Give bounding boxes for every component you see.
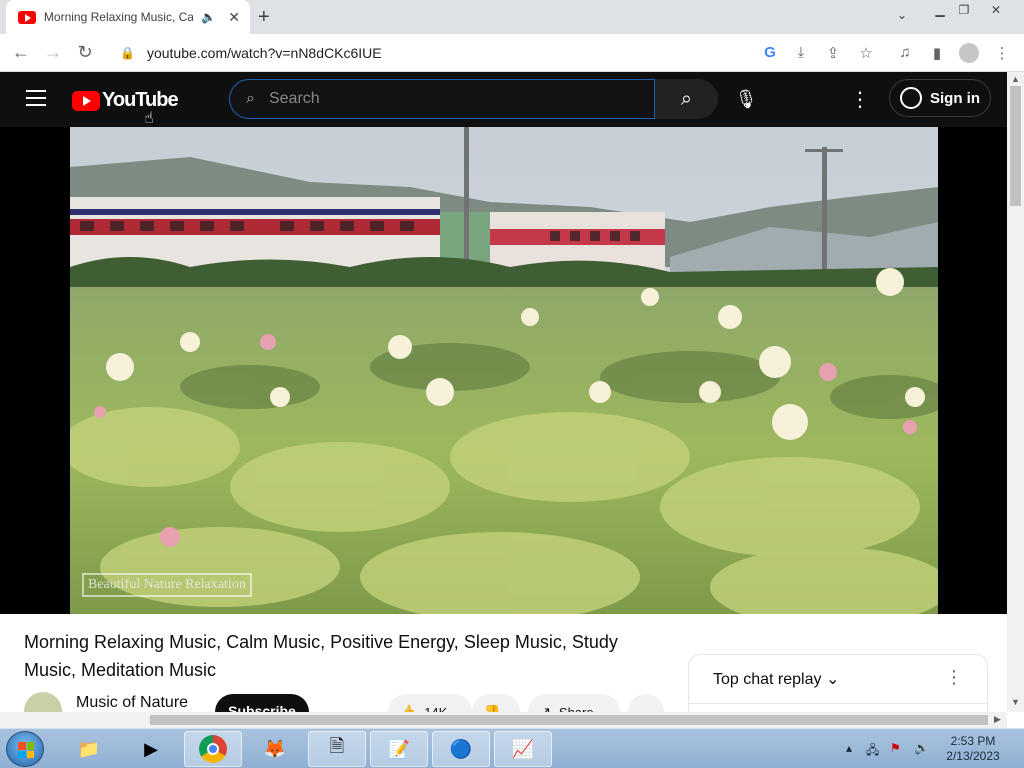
search-icon: ⌕ xyxy=(246,90,255,107)
show-hidden-icons-icon[interactable]: ▴ xyxy=(846,741,852,755)
chat-divider xyxy=(689,703,987,704)
logo-text: YouTube xyxy=(102,89,179,111)
browser-tab[interactable]: Morning Relaxing Music, Calm Music 🔈 ✕ xyxy=(6,0,250,34)
voice-search-icon[interactable]: 🎙 xyxy=(728,79,764,119)
tab-title: Morning Relaxing Music, Calm Music xyxy=(43,10,194,24)
youtube-play-icon xyxy=(72,90,100,111)
scroll-up-icon[interactable]: ▲ xyxy=(1011,74,1020,84)
tab-strip: Morning Relaxing Music, Calm Music 🔈 ✕ +… xyxy=(0,0,1024,34)
search-input[interactable]: ⌕ Search xyxy=(229,79,655,119)
video-player[interactable]: Beautiful Nature Relaxation xyxy=(70,127,938,614)
watch-metadata: Morning Relaxing Music, Calm Music, Posi… xyxy=(0,614,1007,730)
back-icon[interactable]: ← xyxy=(10,42,32,63)
network-icon[interactable]: 🖧 xyxy=(866,741,879,762)
install-icon[interactable]: ⤓ xyxy=(791,44,811,61)
windows-logo-icon xyxy=(18,742,34,758)
vertical-scroll-thumb[interactable] xyxy=(1010,86,1021,206)
chat-mode-dropdown[interactable]: Top chat replay ⌄ xyxy=(713,669,839,689)
settings-menu-icon[interactable]: ⋮ xyxy=(850,87,870,112)
share-icon[interactable]: ⇪ xyxy=(823,44,843,62)
system-clock[interactable]: 2:53 PM 2/13/2023 xyxy=(943,734,1003,764)
google-icon[interactable]: G xyxy=(760,44,780,61)
scroll-right-icon[interactable]: ▶ xyxy=(994,714,1001,725)
close-tab-icon[interactable]: ✕ xyxy=(228,9,240,26)
search-placeholder: Search xyxy=(268,90,320,107)
video-watermark: Beautiful Nature Relaxation xyxy=(82,573,252,597)
sidepanel-icon[interactable]: ▮ xyxy=(927,44,947,62)
channel-name[interactable]: Music of Nature xyxy=(76,694,188,712)
minimize-icon[interactable]: ▁ xyxy=(929,2,951,18)
youtube-page: YouTube ☝ ⌕ Search ⌕ 🎙 ⋮ Sign in Beautif… xyxy=(0,72,1007,730)
task-manager-icon[interactable]: 📈 xyxy=(494,731,552,767)
restore-icon[interactable]: ❐ xyxy=(953,2,975,18)
search-button[interactable]: ⌕ xyxy=(655,79,718,119)
windows-taskbar: 📁 ▶ 🦊 🗎 📝 🔵 📈 ▴ 🖧 ⚑ 🔊 2:53 PM 2/13/2023 xyxy=(0,728,1024,768)
media-player-icon[interactable]: ▶ xyxy=(122,731,180,767)
vertical-scrollbar[interactable]: ▲ ▼ xyxy=(1007,72,1024,712)
forward-icon[interactable]: → xyxy=(42,42,64,63)
file-explorer-icon[interactable]: 📁 xyxy=(60,731,118,767)
remote-app-icon[interactable]: 🔵 xyxy=(432,731,490,767)
horizontal-scroll-thumb[interactable] xyxy=(150,715,988,725)
star-icon[interactable]: ☆ xyxy=(856,44,876,62)
audio-playing-icon[interactable]: 🔈 xyxy=(201,10,216,24)
media-icon[interactable]: ♫ xyxy=(895,44,915,61)
youtube-logo[interactable]: YouTube xyxy=(72,89,179,112)
youtube-header: YouTube ☝ ⌕ Search ⌕ 🎙 ⋮ Sign in xyxy=(0,72,1007,127)
video-frame xyxy=(70,127,938,614)
url-text[interactable]: youtube.com/watch?v=nN8dCKc6IUE xyxy=(147,45,382,61)
chat-options-icon[interactable]: ⋮ xyxy=(945,667,963,688)
menu-icon[interactable]: ⋮ xyxy=(992,44,1012,62)
lock-icon[interactable]: 🔒 xyxy=(120,46,135,60)
start-button[interactable] xyxy=(6,731,44,767)
clock-time: 2:53 PM xyxy=(950,734,996,748)
clock-date: 2/13/2023 xyxy=(946,749,1000,763)
action-center-icon[interactable]: ⚑ xyxy=(890,741,901,755)
browser-toolbar: ← → ↻ 🔒 youtube.com/watch?v=nN8dCKc6IUE … xyxy=(0,34,1024,72)
mouse-pointer-icon: ☝ xyxy=(144,110,154,127)
search-icon: ⌕ xyxy=(680,87,693,110)
reload-icon[interactable]: ↻ xyxy=(74,42,96,63)
account-icon xyxy=(900,87,922,109)
chevron-down-icon: ⌄ xyxy=(825,671,840,688)
hamburger-menu-icon[interactable] xyxy=(26,90,46,106)
close-window-icon[interactable]: ✕ xyxy=(985,2,1007,18)
tab-search-icon[interactable]: ⌄ xyxy=(897,8,907,22)
notepad-icon[interactable]: 📝 xyxy=(370,731,428,767)
sign-in-label: Sign in xyxy=(930,89,980,107)
video-title: Morning Relaxing Music, Calm Music, Posi… xyxy=(24,632,618,680)
chrome-taskbar-icon[interactable] xyxy=(184,731,242,767)
scroll-down-icon[interactable]: ▼ xyxy=(1011,697,1020,707)
chat-mode-label: Top chat replay xyxy=(713,671,822,688)
horizontal-scrollbar[interactable]: ▶ xyxy=(0,712,1007,728)
profile-icon[interactable] xyxy=(959,43,979,63)
youtube-favicon-icon xyxy=(18,10,36,24)
volume-icon[interactable]: 🔊 xyxy=(914,741,929,755)
sign-in-button[interactable]: Sign in xyxy=(889,79,991,117)
new-tab-icon[interactable]: + xyxy=(258,6,270,29)
firefox-icon[interactable]: 🦊 xyxy=(246,731,304,767)
document-app-icon[interactable]: 🗎 xyxy=(308,731,366,767)
